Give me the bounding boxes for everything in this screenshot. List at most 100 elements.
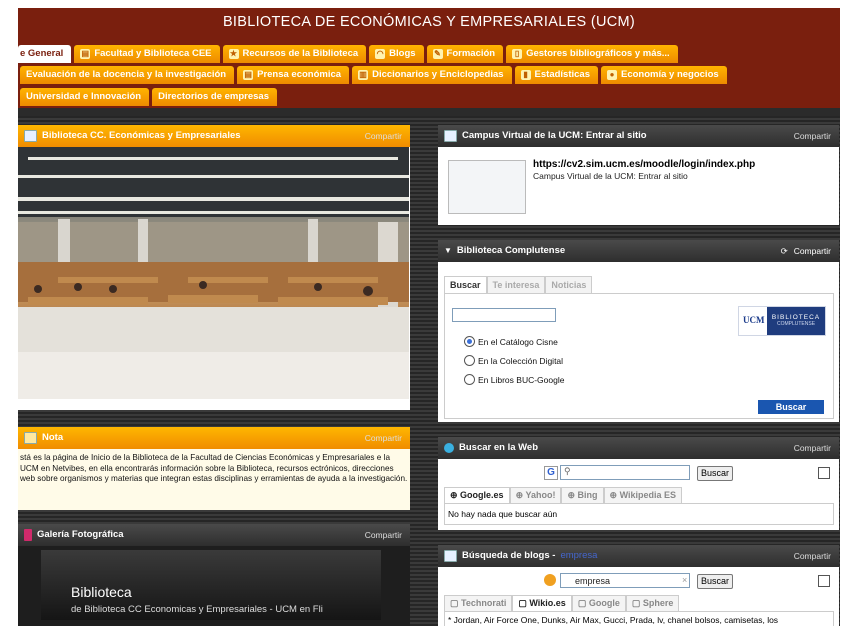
tab-universidad[interactable]: Universidad e Innovación (20, 88, 150, 106)
blog-engine-tabs: ▢ Technorati ▢ Wikio.es ▢ Google ▢ Spher… (444, 595, 680, 612)
tab-formacion[interactable]: ✎ Formación (426, 45, 504, 63)
tab-yahoo[interactable]: ⊕ Yahoo! (509, 487, 562, 504)
option-buc-google[interactable]: En Libros BUC-Google (464, 374, 564, 385)
widget-header: Galería Fotográfica Compartir (18, 524, 410, 546)
logo-sub1: BIBLIOTECA (771, 314, 821, 321)
tab-label: Google.es (460, 490, 504, 500)
widget-galeria: Galería Fotográfica Compartir Biblioteca… (18, 524, 410, 626)
option-coleccion[interactable]: En la Colección Digital (464, 355, 563, 366)
refresh-icon[interactable]: ⟳ (781, 246, 788, 256)
technorati-icon[interactable] (544, 574, 556, 586)
tab-gestores[interactable]: ▯ Gestores bibliográficos y más... (506, 45, 678, 63)
tab-label: Economía y negocios (621, 69, 719, 80)
blog-buscar-button[interactable]: Buscar (697, 574, 733, 589)
widget-title-suffix: empresa (560, 550, 598, 561)
tab-label: e General (20, 48, 64, 59)
tab-recursos[interactable]: ★ Recursos de la Biblioteca (222, 45, 367, 63)
radio-button[interactable] (464, 355, 475, 366)
share-link[interactable]: ⟳ Compartir (781, 240, 831, 262)
tab-label: Recursos de la Biblioteca (242, 48, 359, 59)
globe-icon (444, 443, 454, 453)
web-page-icon (444, 130, 457, 142)
tab-prensa[interactable]: ▤ Prensa económica (237, 66, 350, 84)
share-label: Compartir (793, 246, 831, 256)
option-label: En Libros BUC-Google (478, 374, 565, 385)
tab-row-3: Universidad e Innovación Directorios de … (20, 88, 277, 108)
widget-nota: Nota Compartir stá es la página de Inici… (18, 427, 410, 510)
share-link[interactable]: Compartir (794, 545, 831, 567)
blog-results[interactable]: * Jordan, Air Force One, Dunks, Air Max,… (444, 611, 834, 626)
option-label: En el Catálogo Cisne (478, 336, 558, 347)
tab-label: Formación (446, 48, 496, 59)
header: BIBLIOTECA DE ECONÓMICAS Y EMPRESARIALES… (18, 8, 840, 108)
tab-technorati[interactable]: ▢ Technorati (444, 595, 513, 612)
clear-icon[interactable]: × (682, 575, 687, 585)
google-icon[interactable]: G (544, 466, 558, 480)
tab-te-interesa[interactable]: Te interesa (486, 276, 546, 293)
share-link[interactable]: Compartir (794, 125, 831, 147)
campus-description: Campus Virtual de la UCM: Entrar al siti… (533, 171, 688, 181)
radio-button[interactable] (464, 374, 475, 385)
collapse-triangle-icon[interactable]: ▼ (444, 240, 452, 262)
magnifier-icon: ⚲ (564, 466, 571, 476)
radio-button[interactable] (464, 336, 475, 347)
widget-header: ▼ Biblioteca Complutense ⟳ Compartir (438, 240, 839, 262)
tab-directorios[interactable]: Directorios de empresas (152, 88, 277, 106)
tab-google[interactable]: ⊕ Google.es (444, 487, 510, 504)
widget-title: Nota (42, 432, 64, 443)
book-icon: ▥ (358, 70, 369, 80)
tab-sphere[interactable]: ▢ Sphere (625, 595, 680, 612)
tab-label: Blogs (389, 48, 416, 59)
tab-label: Wikipedia ES (619, 490, 676, 500)
checkbox[interactable] (818, 575, 830, 587)
tab-evaluacion[interactable]: Evaluación de la docencia y la investiga… (20, 66, 235, 84)
tab-general[interactable]: e General (18, 45, 72, 63)
rss-icon: ◠ (375, 49, 386, 59)
tab-label: Directorios de empresas (158, 91, 269, 102)
share-link[interactable]: Compartir (365, 427, 402, 449)
widget-title: Biblioteca Complutense (456, 245, 566, 256)
blog-icon (444, 550, 457, 562)
document-icon: ▤ (80, 49, 91, 59)
web-buscar-button[interactable]: Buscar (697, 466, 733, 481)
share-link[interactable]: Compartir (365, 524, 402, 546)
tab-buscar[interactable]: Buscar (444, 276, 487, 293)
tab-estadisticas[interactable]: ▮ Estadísticas (514, 66, 598, 84)
gallery-image-title: Biblioteca (71, 584, 132, 600)
tab-wikipedia[interactable]: ⊕ Wikipedia ES (603, 487, 682, 504)
gallery-image[interactable]: Biblioteca de Biblioteca CC Economicas y… (41, 550, 381, 620)
widget-header: Buscar en la Web Compartir (438, 437, 839, 459)
tab-noticias[interactable]: Noticias (545, 276, 593, 293)
tab-wikio[interactable]: ▢ Wikio.es (512, 595, 572, 612)
tab-diccionarios[interactable]: ▥ Diccionarios y Enciclopedias (352, 66, 512, 84)
share-link[interactable]: Compartir (365, 125, 402, 147)
checkbox[interactable] (818, 467, 830, 479)
logo-sub2: COMPLUTENSE (776, 321, 816, 327)
tab-label: Sphere (642, 598, 674, 608)
logo-text: UCM (743, 315, 765, 325)
campus-url[interactable]: https://cv2.sim.ucm.es/moodle/login/inde… (533, 159, 755, 170)
tab-economia[interactable]: ● Economía y negocios (601, 66, 727, 84)
tab-bing[interactable]: ⊕ Bing (561, 487, 604, 504)
library-photo-drawing (18, 147, 409, 399)
tab-row-2: Evaluación de la docencia y la investiga… (20, 66, 727, 86)
widget-title: Galería Fotográfica (37, 529, 124, 540)
tab-google-blogs[interactable]: ▢ Google (571, 595, 626, 612)
tab-label: Wikio.es (529, 598, 566, 608)
share-link[interactable]: Compartir (794, 437, 831, 459)
site-thumbnail[interactable] (448, 160, 526, 214)
widget-title: Biblioteca CC. Económicas y Empresariale… (42, 130, 241, 141)
tab-blogs[interactable]: ◠ Blogs (369, 45, 424, 63)
widget-busqueda-blogs: Búsqueda de blogs - empresa Compartir em… (438, 545, 839, 626)
web-search-input[interactable] (560, 465, 690, 480)
search-engine-tabs: ⊕ Google.es ⊕ Yahoo! ⊕ Bing ⊕ Wikipedia … (444, 487, 682, 504)
library-photo (18, 147, 409, 399)
option-label: En la Colección Digital (478, 355, 564, 366)
buscar-button[interactable]: Buscar (758, 400, 824, 414)
widget-title: Búsqueda de blogs - (462, 550, 556, 561)
blog-search-input[interactable]: empresa (560, 573, 690, 588)
ucm-logo: UCM BIBLIOTECA COMPLUTENSE (738, 306, 826, 336)
tab-facultad[interactable]: ▤ Facultad y Biblioteca CEE (74, 45, 220, 63)
option-cisne[interactable]: En el Catálogo Cisne (464, 336, 558, 347)
catalog-search-input[interactable] (452, 308, 556, 322)
